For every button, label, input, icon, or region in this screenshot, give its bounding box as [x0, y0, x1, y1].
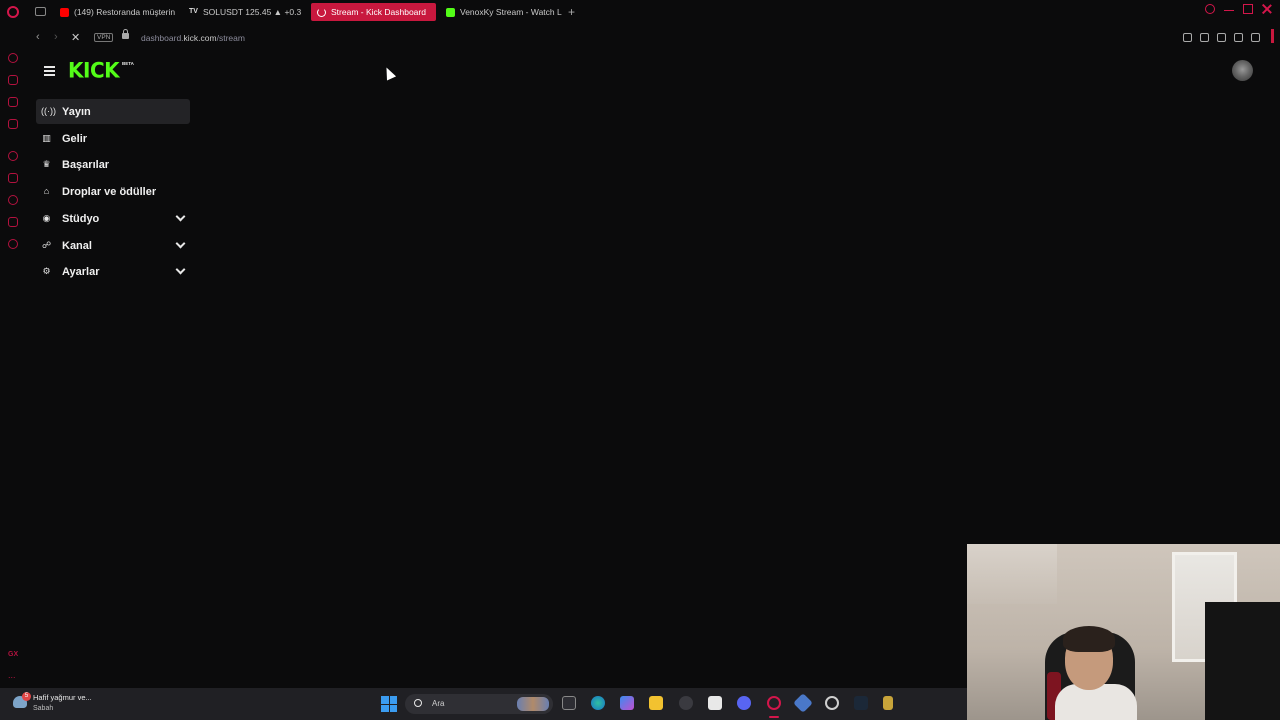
window-controls — [1205, 4, 1272, 14]
gx-cleaner-icon[interactable] — [8, 75, 18, 85]
active-app-indicator — [769, 716, 779, 718]
tab-youtube[interactable]: (149) Restoranda müşterin — [54, 3, 180, 21]
menu-item-droplar[interactable]: ⌂ Droplar ve ödüller — [36, 179, 190, 204]
start-button[interactable] — [381, 696, 397, 712]
webcam-overlay — [967, 544, 1280, 720]
chevron-down-icon — [175, 211, 186, 222]
tab-strip: (149) Restoranda müşterin TV SOLUSDT 125… — [26, 0, 1280, 24]
trophy-icon: ♛ — [42, 159, 51, 169]
tab-label: Stream - Kick Dashboard — [331, 7, 426, 17]
camera-icon: ◉ — [42, 213, 51, 223]
forward-icon[interactable]: › — [54, 31, 58, 43]
beta-badge: BETA — [122, 61, 134, 66]
stop-loading-icon[interactable]: ✕ — [71, 31, 80, 44]
mouse-cursor-icon — [381, 65, 397, 81]
weather-badge: 5 — [22, 692, 31, 701]
snapshot-icon[interactable] — [1200, 33, 1209, 42]
gear-icon: ⚙ — [42, 266, 51, 276]
taskbar-search[interactable]: Ara — [405, 694, 553, 714]
bookmarks-icon[interactable] — [8, 173, 18, 183]
lock-icon[interactable] — [122, 29, 129, 39]
webcam-background — [967, 544, 1057, 604]
url-prefix: dashboard. — [141, 33, 184, 43]
menu-item-studyo[interactable]: ◉ Stüdyo — [36, 206, 190, 231]
weather-title[interactable]: Hafif yağmur ve... — [33, 693, 92, 702]
tab-search-icon[interactable] — [1205, 4, 1215, 14]
shield-icon[interactable] — [1217, 33, 1226, 42]
address-bar-actions — [1183, 33, 1260, 42]
copilot-icon[interactable] — [620, 696, 634, 710]
kick-icon — [446, 7, 455, 17]
menu-item-ayarlar[interactable]: ⚙ Ayarlar — [36, 259, 190, 284]
menu-item-kanal[interactable]: ☍ Kanal — [36, 233, 190, 258]
gx-label[interactable]: GX — [8, 651, 18, 658]
maximize-icon[interactable] — [1243, 4, 1253, 14]
search-icon — [414, 699, 422, 707]
file-explorer-icon[interactable] — [649, 696, 663, 710]
play-icon[interactable] — [1234, 33, 1243, 42]
store-icon[interactable] — [708, 696, 722, 710]
player-icon[interactable] — [8, 151, 18, 161]
extensions-icon[interactable] — [8, 217, 18, 227]
vpn-badge[interactable]: VPN — [94, 33, 114, 42]
workspaces-icon[interactable] — [35, 7, 46, 16]
twitch-icon[interactable] — [8, 97, 18, 107]
url-path: /stream — [216, 33, 245, 43]
kick-logo[interactable]: KICK — [68, 57, 120, 82]
settings-icon[interactable] — [8, 239, 18, 249]
weather-subtitle[interactable]: Sabah — [33, 705, 53, 712]
webcam-monitor — [1205, 602, 1280, 720]
search-placeholder: Ara — [432, 699, 445, 708]
more-icon[interactable]: ... — [8, 670, 16, 680]
tab-kick-dashboard[interactable]: Stream - Kick Dashboard — [311, 3, 436, 21]
tab-tradingview[interactable]: TV SOLUSDT 125.45 ▲ +0.3 — [183, 3, 307, 21]
opera-gx-icon[interactable] — [767, 696, 781, 710]
close-icon[interactable] — [1262, 4, 1272, 14]
menu-item-basarilar[interactable]: ♛ Başarılar — [36, 152, 190, 177]
menu-toggle-icon[interactable] — [44, 66, 55, 76]
history-icon[interactable] — [8, 195, 18, 205]
accent-bar — [1271, 29, 1274, 43]
avatar[interactable] — [1232, 60, 1253, 81]
opera-logo-icon[interactable] — [7, 6, 19, 18]
tab-label: (149) Restoranda müşterin — [74, 7, 176, 17]
youtube-icon — [60, 7, 69, 17]
url-field[interactable]: dashboard.kick.com/stream — [141, 33, 245, 43]
search-highlight-image — [517, 697, 549, 711]
task-view-icon[interactable] — [562, 696, 576, 710]
webcam-person-hair — [1063, 626, 1115, 652]
minimize-icon[interactable] — [1224, 4, 1234, 11]
game-icon[interactable] — [883, 696, 893, 710]
tab-venoxky-stream[interactable]: VenoxKy Stream - Watch L — [440, 3, 564, 21]
gift-icon: ⌂ — [43, 186, 50, 196]
menu-item-yayin[interactable]: ((·)) Yayın — [36, 99, 190, 124]
chevron-down-icon — [175, 238, 186, 249]
tab-label: SOLUSDT 125.45 ▲ +0.3 — [202, 7, 302, 17]
steelseries-icon[interactable] — [679, 696, 693, 710]
gx-control-icon[interactable] — [8, 53, 18, 63]
loading-spinner-icon — [317, 7, 326, 17]
back-icon[interactable]: ‹ — [36, 31, 40, 43]
steam-icon[interactable] — [854, 696, 868, 710]
pin-icon[interactable] — [1183, 33, 1192, 42]
heart-icon[interactable] — [1251, 33, 1260, 42]
users-icon: ☍ — [41, 240, 52, 250]
webcam-person-body — [1055, 684, 1137, 720]
obs-icon[interactable] — [825, 696, 839, 710]
broadcast-icon: ((·)) — [41, 106, 56, 116]
chart-icon: ▥ — [42, 133, 51, 143]
menu-item-gelir[interactable]: ▥ Gelir — [36, 126, 190, 151]
url-domain: kick.com — [183, 33, 217, 43]
tab-label: VenoxKy Stream - Watch L — [460, 7, 562, 17]
chevron-down-icon — [175, 264, 186, 275]
tradingview-icon: TV — [189, 7, 198, 15]
edge-icon[interactable] — [591, 696, 605, 710]
address-bar: ‹ › ✕ VPN dashboard.kick.com/stream — [26, 26, 1280, 50]
new-tab-button[interactable]: + — [568, 5, 575, 19]
news-icon[interactable] — [8, 119, 18, 129]
opera-sidebar: GX ... — [0, 0, 26, 688]
discord-icon[interactable] — [737, 696, 751, 710]
